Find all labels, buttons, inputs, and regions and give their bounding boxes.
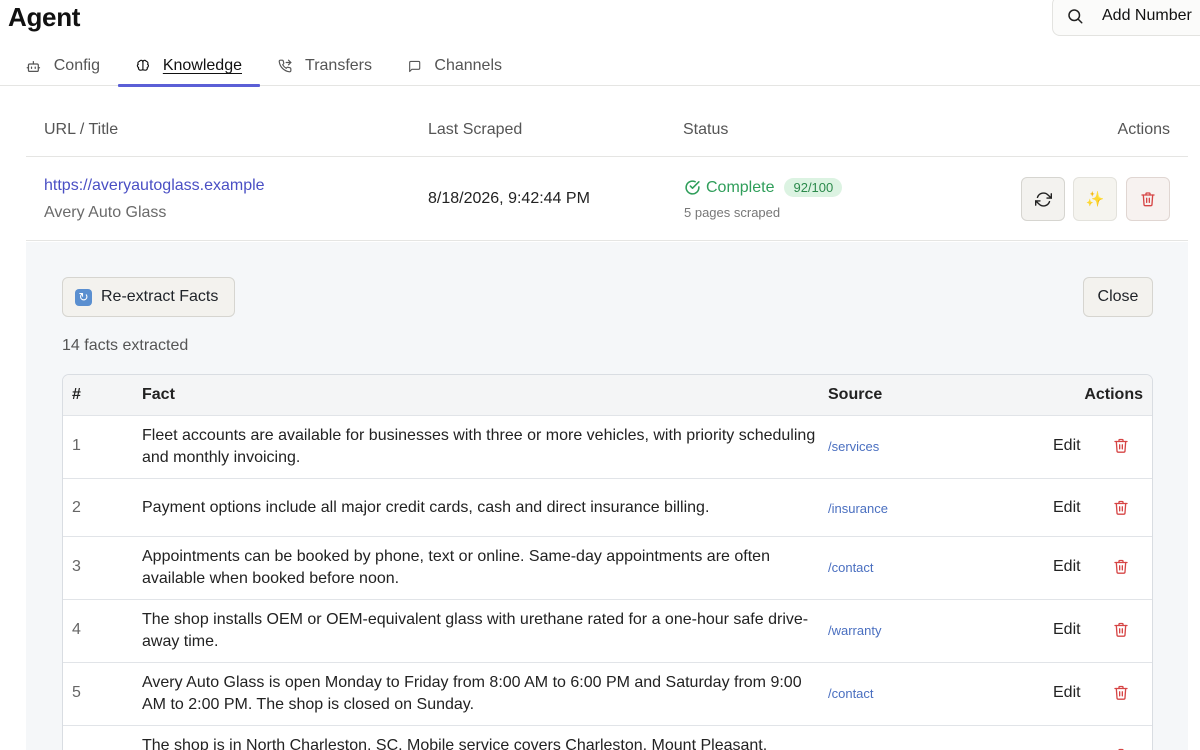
delete-fact-button[interactable] — [1113, 621, 1129, 643]
add-number-label: Add Number — [1102, 7, 1192, 24]
fact-number: 1 — [72, 437, 81, 454]
trash-icon — [1141, 192, 1155, 207]
edit-fact-button[interactable]: Edit — [1053, 558, 1081, 576]
trash-icon — [1114, 622, 1128, 637]
tab-bar: Config Knowledge Transfers Channels — [0, 46, 520, 87]
table-row: 5 Avery Auto Glass is open Monday to Fri… — [63, 663, 1152, 726]
fact-text: Payment options include all major credit… — [142, 499, 710, 516]
table-row: 4 The shop installs OEM or OEM-equivalen… — [63, 600, 1152, 663]
fact-source-link[interactable]: /warranty — [828, 623, 881, 638]
table-row: 2 Payment options include all major cred… — [63, 479, 1152, 537]
tab-channels-label: Channels — [434, 57, 502, 74]
reextract-label: Re-extract Facts — [101, 288, 219, 305]
robot-icon — [26, 60, 41, 72]
add-number-button[interactable]: Add Number — [1052, 0, 1200, 36]
trash-icon — [1114, 438, 1128, 453]
delete-fact-button[interactable] — [1113, 499, 1129, 521]
fact-text: The shop installs OEM or OEM-equivalent … — [142, 611, 809, 650]
fact-number: 2 — [72, 499, 81, 516]
tab-knowledge-label: Knowledge — [162, 57, 242, 74]
page-title: Agent — [8, 2, 81, 32]
status-complete: Complete 92/100 — [684, 178, 843, 197]
tab-channels[interactable]: Channels — [390, 46, 520, 86]
delete-fact-button[interactable] — [1113, 558, 1129, 580]
brain-icon — [136, 59, 149, 71]
rescrape-button[interactable] — [1021, 177, 1065, 221]
col-url-title: URL / Title — [44, 121, 119, 138]
facts-table: # Fact Source Actions 1 Fleet accounts a… — [62, 374, 1153, 750]
edit-fact-button[interactable]: Edit — [1053, 437, 1081, 455]
source-title: Avery Auto Glass — [44, 204, 167, 221]
fact-text: Avery Auto Glass is open Monday to Frida… — [142, 674, 802, 713]
trash-icon — [1114, 500, 1128, 515]
table-row: 1 Fleet accounts are available for busin… — [63, 416, 1152, 479]
facts-table-header: # Fact Source Actions — [63, 375, 1152, 416]
source-last-scraped: 8/18/2026, 9:42:44 PM — [428, 190, 590, 207]
delete-source-button[interactable] — [1126, 177, 1170, 221]
app-header: Agent Add Number Config Knowledge Transf… — [0, 0, 1200, 87]
trash-icon — [1114, 685, 1128, 700]
fact-source-link[interactable]: /contact — [828, 560, 874, 575]
col-status: Status — [683, 121, 729, 138]
col-actions: Actions — [1084, 386, 1143, 403]
facts-panel: ↻ Re-extract Facts Close 14 facts extrac… — [26, 242, 1188, 750]
fact-number: 5 — [72, 684, 81, 701]
refresh-icon — [1034, 191, 1052, 207]
reextract-facts-button[interactable]: ↻ Re-extract Facts — [62, 277, 235, 317]
tab-transfers-label: Transfers — [305, 57, 372, 74]
edit-fact-button[interactable]: Edit — [1053, 621, 1081, 639]
facts-count: 14 facts extracted — [62, 337, 189, 354]
search-icon — [1068, 9, 1083, 24]
delete-fact-button[interactable] — [1113, 684, 1129, 706]
phone-forward-icon — [278, 59, 292, 73]
fact-number: 3 — [72, 558, 81, 575]
table-row: 3 Appointments can be booked by phone, t… — [63, 537, 1152, 600]
score-badge: 92/100 — [784, 178, 843, 197]
col-last-scraped: Last Scraped — [428, 121, 523, 138]
tab-config[interactable]: Config — [0, 46, 118, 86]
tab-transfers[interactable]: Transfers — [260, 46, 390, 86]
trash-icon — [1114, 559, 1128, 574]
col-fact: Fact — [142, 386, 175, 403]
col-actions: Actions — [1117, 121, 1170, 138]
extract-facts-button[interactable]: ✨ — [1073, 177, 1117, 221]
fact-text: Fleet accounts are available for busines… — [142, 427, 816, 466]
close-button[interactable]: Close — [1083, 277, 1153, 317]
source-row: https://averyautoglass.example Avery Aut… — [26, 157, 1188, 241]
tab-knowledge[interactable]: Knowledge — [118, 46, 260, 87]
col-source: Source — [828, 386, 883, 403]
fact-number: 4 — [72, 621, 81, 638]
fact-source-link[interactable]: /contact — [828, 686, 874, 701]
sources-table-header: URL / Title Last Scraped Status Actions — [26, 100, 1188, 157]
fact-source-link[interactable]: /services — [828, 439, 879, 454]
col-num: # — [72, 386, 81, 403]
fact-text: Appointments can be booked by phone, tex… — [142, 548, 770, 587]
status-label: Complete — [706, 178, 775, 196]
tab-config-label: Config — [53, 57, 100, 74]
edit-fact-button[interactable]: Edit — [1053, 499, 1081, 517]
edit-fact-button[interactable]: Edit — [1053, 684, 1081, 702]
fact-text: The shop is in North Charleston, SC. Mob… — [142, 737, 768, 750]
check-circle-icon — [685, 180, 700, 195]
fact-source-link[interactable]: /insurance — [828, 501, 888, 516]
chat-bubble-icon — [409, 60, 421, 72]
pages-scraped: 5 pages scraped — [684, 205, 781, 220]
refresh-icon: ↻ — [75, 288, 92, 306]
delete-fact-button[interactable] — [1113, 437, 1129, 459]
source-url-link[interactable]: https://averyautoglass.example — [44, 177, 265, 195]
table-row: The shop is in North Charleston, SC. Mob… — [63, 726, 1152, 750]
sparkles-icon: ✨ — [1085, 191, 1105, 208]
